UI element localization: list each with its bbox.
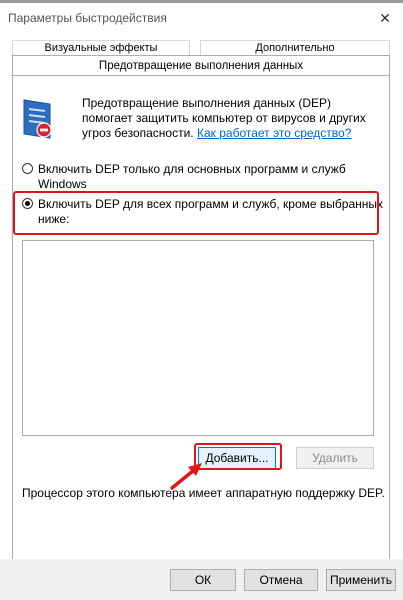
cancel-button[interactable]: Отмена [244, 569, 318, 591]
option-essential-only-label: Включить DEP только для основных програм… [38, 162, 346, 191]
window-title: Параметры быстродействия [8, 11, 167, 25]
ok-button[interactable]: ОК [170, 569, 236, 591]
tab-row: Визуальные эффекты Дополнительно [12, 40, 390, 55]
tab-dep[interactable]: Предотвращение выполнения данных [12, 55, 390, 76]
dep-description: Предотвращение выполнения данных (DEP) п… [82, 96, 382, 141]
remove-button[interactable]: Удалить [296, 447, 374, 469]
radio-essential-only[interactable] [22, 163, 33, 174]
dep-shield-icon [23, 99, 52, 139]
tab-advanced[interactable]: Дополнительно [200, 40, 390, 55]
highlight-box-option [13, 191, 379, 235]
hardware-support-note: Процессор этого компьютера имеет аппарат… [22, 486, 385, 500]
close-icon[interactable]: ✕ [373, 6, 397, 30]
title-bar: Параметры быстродействия ✕ [0, 3, 403, 33]
apply-button[interactable]: Применить [326, 569, 396, 591]
excluded-programs-list[interactable] [22, 240, 374, 436]
tab-visual-effects[interactable]: Визуальные эффекты [12, 40, 190, 55]
how-it-works-link[interactable]: Как работает это средство? [197, 126, 351, 140]
